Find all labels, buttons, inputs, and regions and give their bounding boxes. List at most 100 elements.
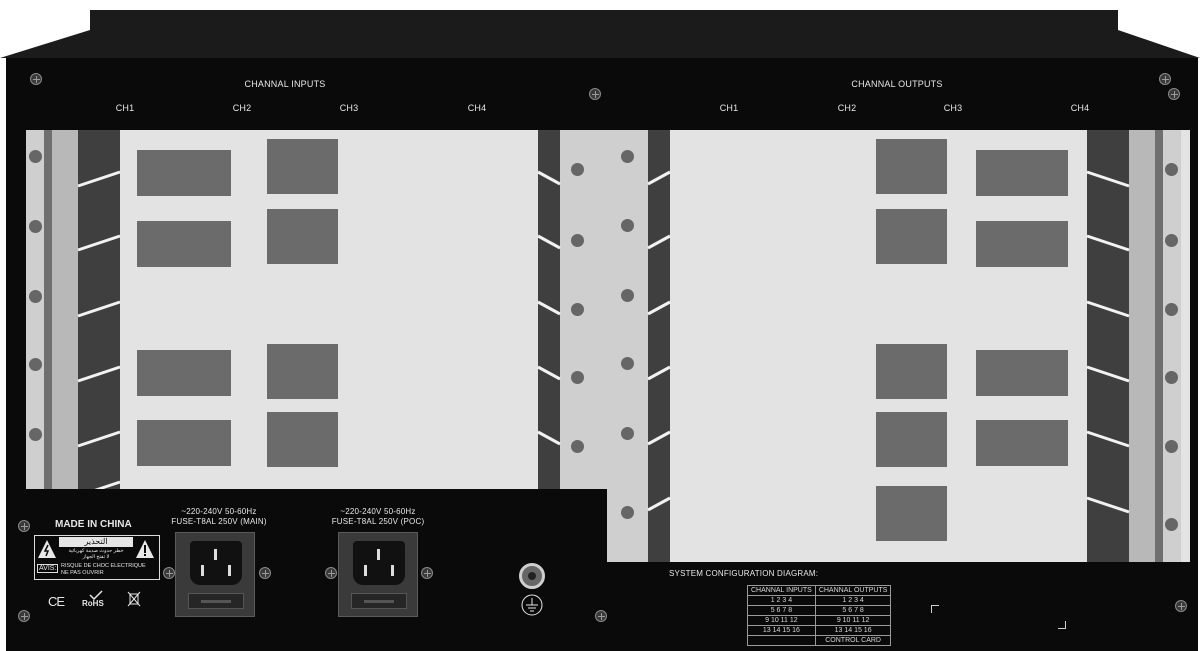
french-warning-1: RISQUE DE CHOC ELECTRIQUE bbox=[61, 563, 146, 569]
outputs-title: CHANNAL OUTPUTS bbox=[851, 79, 943, 89]
arabic-warning-text-2: لا تفتح الجهاز bbox=[82, 554, 110, 560]
input-ch3-label: CH3 bbox=[339, 103, 359, 113]
output-card-slot bbox=[976, 150, 1068, 196]
rail-hole bbox=[571, 303, 584, 316]
screw-icon bbox=[18, 610, 30, 622]
screw-icon bbox=[325, 567, 337, 579]
main-power-socket[interactable] bbox=[175, 532, 255, 617]
config-cell: 5 6 7 8 bbox=[814, 605, 892, 616]
input-ch1-label: CH1 bbox=[115, 103, 135, 113]
weee-bin-icon bbox=[127, 591, 141, 607]
socket-pin-icon bbox=[228, 565, 231, 576]
config-inputs-header: CHANNAL INPUTS bbox=[747, 585, 816, 596]
rail-hole bbox=[29, 358, 42, 371]
rail-hole bbox=[1165, 163, 1178, 176]
input-card-slot bbox=[267, 344, 338, 399]
socket-pin-icon bbox=[364, 565, 367, 576]
avis-label: AVIS: bbox=[37, 564, 59, 573]
ce-mark-icon: CE bbox=[48, 594, 65, 609]
french-warning-2: NE PAS OUVRIR bbox=[61, 570, 104, 576]
output-card-slot bbox=[976, 420, 1068, 466]
rail-hole bbox=[571, 234, 584, 247]
screw-icon bbox=[30, 73, 42, 85]
config-diagram-title: SYSTEM CONFIGURATION DIAGRAM: bbox=[669, 569, 819, 578]
exclamation-warning-icon bbox=[136, 540, 154, 558]
made-in-label: MADE IN CHINA bbox=[55, 519, 132, 530]
rail-hole bbox=[621, 357, 634, 370]
output-card-slot bbox=[876, 412, 947, 467]
warning-label: التحذير خطر حدوث صدمة كهربائية لا تفتح ا… bbox=[34, 535, 160, 580]
output-card-slot bbox=[876, 344, 947, 399]
fuse-drawer-icon bbox=[351, 593, 407, 609]
rail-hole bbox=[1165, 518, 1178, 531]
arabic-warning-title: التحذير bbox=[59, 537, 133, 547]
main-voltage-label: ~220-240V 50-60Hz bbox=[181, 507, 257, 516]
fuse-slot bbox=[364, 600, 394, 603]
config-cell: 1 2 3 4 bbox=[814, 595, 892, 606]
rail-hole bbox=[1165, 371, 1178, 384]
rail-hole bbox=[29, 220, 42, 233]
terminal-hole bbox=[528, 572, 536, 580]
config-cell: 9 10 11 12 bbox=[747, 615, 816, 626]
mid-bottom-fill bbox=[607, 562, 670, 651]
screw-icon bbox=[259, 567, 271, 579]
config-cell: 9 10 11 12 bbox=[814, 615, 892, 626]
rail-hole bbox=[571, 371, 584, 384]
output-card-slot bbox=[876, 209, 947, 264]
output-ch1-label: CH1 bbox=[719, 103, 739, 113]
screw-icon bbox=[18, 520, 30, 532]
config-cell: 1 2 3 4 bbox=[747, 595, 816, 606]
ground-symbol-icon bbox=[521, 594, 543, 616]
socket-pin-icon bbox=[391, 565, 394, 576]
screw-icon bbox=[1159, 73, 1171, 85]
high-voltage-icon bbox=[38, 540, 56, 558]
poc-power-socket[interactable] bbox=[338, 532, 418, 617]
inputs-title: CHANNAL INPUTS bbox=[244, 79, 326, 89]
rail-hole bbox=[621, 289, 634, 302]
socket-pin-icon bbox=[214, 549, 217, 560]
input-ch4-label: CH4 bbox=[467, 103, 487, 113]
output-ch3-label: CH3 bbox=[943, 103, 963, 113]
rail-hole bbox=[29, 290, 42, 303]
socket-pin-icon bbox=[377, 549, 380, 560]
fuse-drawer-icon bbox=[188, 593, 244, 609]
screw-icon bbox=[595, 610, 607, 622]
input-card-slot bbox=[137, 420, 231, 466]
rail-hole bbox=[621, 150, 634, 163]
config-cell: 13 14 15 16 bbox=[814, 625, 892, 636]
input-card-slot bbox=[267, 209, 338, 264]
screw-icon bbox=[421, 567, 433, 579]
config-cell: 13 14 15 16 bbox=[747, 625, 816, 636]
corner-mark-icon bbox=[1058, 621, 1066, 629]
poc-fuse-label: FUSE-T8AL 250V (POC) bbox=[331, 517, 425, 526]
rail-hole bbox=[29, 428, 42, 441]
corner-mark-icon bbox=[931, 605, 939, 613]
config-diagram-table: CHANNAL INPUTS CHANNAL OUTPUTS 1 2 3 41 … bbox=[747, 585, 892, 646]
input-card-slot bbox=[137, 150, 231, 196]
poc-voltage-label: ~220-240V 50-60Hz bbox=[340, 507, 416, 516]
rail-hole bbox=[1165, 440, 1178, 453]
rail-hole bbox=[1165, 234, 1178, 247]
config-control-card: CONTROL CARD bbox=[814, 635, 892, 646]
input-card-slot bbox=[137, 221, 231, 267]
rail-hole bbox=[621, 427, 634, 440]
input-card-slot bbox=[267, 412, 338, 467]
fuse-slot bbox=[201, 600, 231, 603]
socket-pin-icon bbox=[201, 565, 204, 576]
rail-hole bbox=[571, 163, 584, 176]
screw-icon bbox=[1175, 600, 1187, 612]
input-ch2-label: CH2 bbox=[232, 103, 252, 113]
rail-hole bbox=[571, 440, 584, 453]
screw-icon bbox=[1168, 88, 1180, 100]
screw-icon bbox=[589, 88, 601, 100]
socket-face-icon bbox=[190, 541, 242, 585]
socket-face-icon bbox=[353, 541, 405, 585]
output-ch4-label: CH4 bbox=[1070, 103, 1090, 113]
output-card-slot bbox=[876, 486, 947, 541]
output-card-slot bbox=[876, 139, 947, 194]
output-card-slot bbox=[976, 221, 1068, 267]
rail-hole bbox=[1165, 303, 1178, 316]
ground-terminal[interactable] bbox=[519, 563, 545, 589]
rohs-label: RoHS bbox=[82, 599, 104, 608]
rail-hole bbox=[29, 150, 42, 163]
